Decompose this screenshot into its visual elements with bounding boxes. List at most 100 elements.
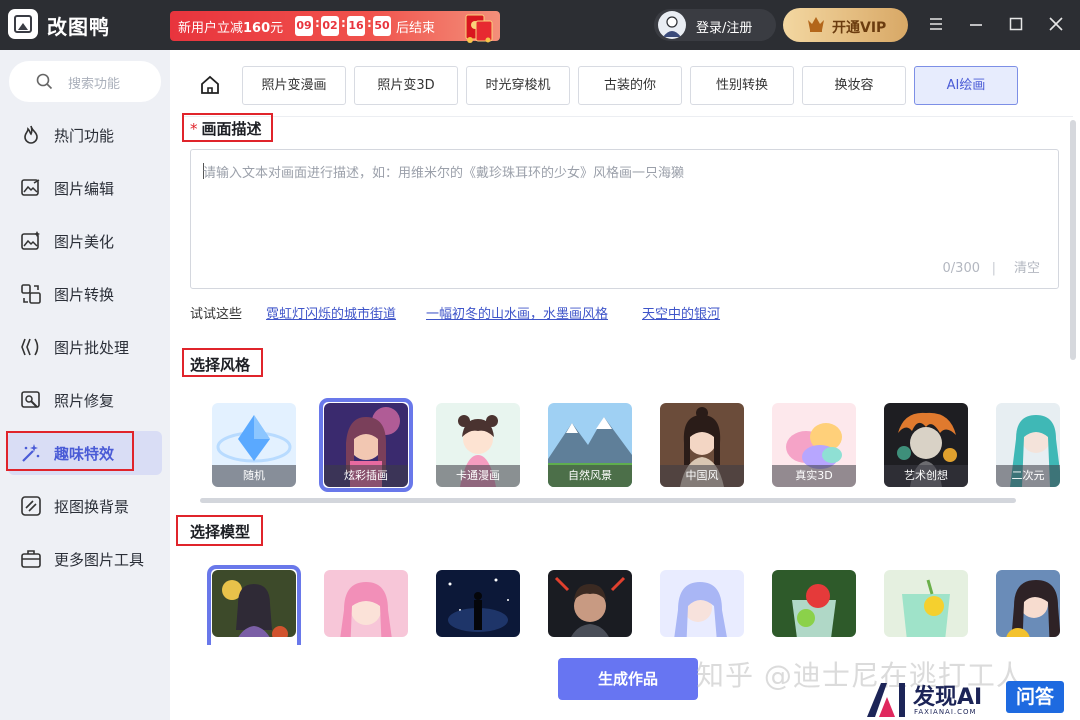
- description-textarea[interactable]: 请输入文本对画面进行描述，如：用维米尔的《戴珍珠耳环的少女》风格画一只海獭 0/…: [190, 149, 1059, 289]
- sidebar-item-label: 更多图片工具: [54, 551, 145, 569]
- style-card-label: 卡通漫画: [436, 465, 520, 487]
- sidebar: 搜索功能 热门功能 图片编辑 图片美化 图片转换 图片批处理 照片修复 趣味特效…: [0, 50, 170, 720]
- suggestion-link[interactable]: 天空中的银河: [642, 303, 720, 322]
- style-card-label: 艺术创想: [884, 465, 968, 487]
- avatar: [658, 11, 686, 39]
- sidebar-item-cutout[interactable]: 抠图换背景: [8, 484, 162, 528]
- promo-suffix: 后结束: [396, 21, 436, 36]
- clear-button[interactable]: 清空: [1014, 257, 1040, 276]
- tab-ancient-costume[interactable]: 古装的你: [578, 66, 682, 105]
- style-card-label: 自然风景: [548, 465, 632, 487]
- faxianai-badge: 发现AI FAXIANAI.COM 问答: [865, 677, 1075, 720]
- maximize-icon[interactable]: [1007, 15, 1025, 33]
- sidebar-item-label: 热门功能: [54, 127, 115, 145]
- char-counter: 0/300: [942, 261, 980, 276]
- photo-repair-icon: [21, 391, 40, 408]
- login-label[interactable]: 登录/注册: [696, 17, 752, 36]
- main-panel: 照片变漫画 照片变3D 时光穿梭机 古装的你 性别转换 换妆容 AI绘画 * 画面…: [170, 50, 1080, 720]
- model-card[interactable]: [548, 570, 632, 637]
- style-card[interactable]: 卡通漫画: [436, 403, 520, 487]
- model-card[interactable]: [324, 570, 408, 637]
- sidebar-item-label: 图片转换: [54, 286, 115, 304]
- divider: |: [991, 261, 996, 276]
- style-card-label: 炫彩插画: [324, 465, 408, 487]
- crown-icon: [808, 17, 824, 32]
- vip-label[interactable]: 开通VIP: [832, 17, 886, 37]
- tab-time-machine[interactable]: 时光穿梭机: [466, 66, 570, 105]
- tab-ai-painting[interactable]: AI绘画: [914, 66, 1018, 105]
- sidebar-item-image-edit[interactable]: 图片编辑: [8, 166, 162, 210]
- generate-button[interactable]: 生成作品: [558, 658, 698, 700]
- style-card[interactable]: 二次元: [996, 403, 1060, 487]
- description-placeholder: 请输入文本对画面进行描述，如：用维米尔的《戴珍珠耳环的少女》风格画一只海獭: [203, 166, 685, 181]
- style-card-label: 真实3D: [772, 465, 856, 487]
- close-icon[interactable]: [1047, 15, 1065, 33]
- style-card-label: 二次元: [996, 465, 1060, 487]
- sidebar-item-more-tools[interactable]: 更多图片工具: [8, 537, 162, 581]
- menu-icon[interactable]: [927, 15, 945, 33]
- model-card[interactable]: [212, 570, 296, 637]
- countdown-hours: 09: [295, 16, 313, 36]
- style-card[interactable]: 自然风景: [548, 403, 632, 487]
- style-title: 选择风格: [190, 356, 251, 374]
- model-card[interactable]: [884, 570, 968, 637]
- vertical-scrollbar[interactable]: [1070, 120, 1076, 360]
- model-card[interactable]: [996, 570, 1060, 637]
- horizontal-scrollbar[interactable]: [200, 498, 1016, 503]
- ai-logo-icon: [867, 683, 905, 717]
- style-card[interactable]: 随机: [212, 403, 296, 487]
- home-icon[interactable]: [199, 74, 221, 96]
- model-title: 选择模型: [190, 523, 251, 541]
- image-edit-icon: [21, 179, 40, 196]
- minimize-icon[interactable]: [967, 15, 985, 33]
- search-placeholder: 搜索功能: [68, 77, 121, 92]
- badge-qa: 问答: [1006, 681, 1064, 713]
- sidebar-item-image-beautify[interactable]: 图片美化: [8, 219, 162, 263]
- promo-text: 新用户立减160元: [178, 21, 284, 36]
- countdown-seconds: 16: [347, 16, 365, 36]
- search-input[interactable]: 搜索功能: [9, 61, 161, 102]
- magic-wand-icon: [22, 444, 40, 462]
- sidebar-item-photo-repair[interactable]: 照片修复: [8, 378, 162, 422]
- style-card[interactable]: 艺术创想: [884, 403, 968, 487]
- sidebar-item-image-convert[interactable]: 图片转换: [8, 272, 162, 316]
- red-envelope-icon: [465, 14, 493, 43]
- sidebar-item-batch[interactable]: 图片批处理: [8, 325, 162, 369]
- style-card[interactable]: 真实3D: [772, 403, 856, 487]
- try-label: 试试这些: [190, 307, 243, 322]
- title-bar: 改图鸭 新用户立减160元 09 : 02 : 16 : 50 后结束 登录/注…: [0, 0, 1080, 50]
- suggestion-link[interactable]: 霓虹灯闪烁的城市街道: [266, 303, 396, 322]
- countdown-ms: 50: [373, 16, 391, 36]
- promo-banner[interactable]: 新用户立减160元 09 : 02 : 16 : 50 后结束: [170, 11, 500, 43]
- sidebar-item-fun-effects[interactable]: 趣味特效: [8, 431, 162, 475]
- flame-icon: [24, 125, 38, 144]
- tab-gender-swap[interactable]: 性别转换: [690, 66, 794, 105]
- cutout-icon: [21, 496, 41, 516]
- style-card[interactable]: 中国风: [660, 403, 744, 487]
- sidebar-item-hot[interactable]: 热门功能: [8, 113, 162, 157]
- divider: [183, 116, 1073, 117]
- badge-word: 发现AI: [913, 685, 983, 710]
- model-card[interactable]: [772, 570, 856, 637]
- tab-photo-to-comic[interactable]: 照片变漫画: [242, 66, 346, 105]
- sidebar-item-label: 图片美化: [54, 233, 115, 251]
- search-icon: [36, 73, 53, 90]
- tab-makeup[interactable]: 换妆容: [802, 66, 906, 105]
- toolbox-icon: [21, 550, 41, 568]
- style-card-label: 随机: [212, 465, 296, 487]
- style-card[interactable]: 炫彩插画: [324, 403, 408, 487]
- model-card[interactable]: [660, 570, 744, 637]
- model-card[interactable]: [436, 570, 520, 637]
- sidebar-item-label: 抠图换背景: [54, 498, 130, 516]
- badge-sub: FAXIANAI.COM: [914, 708, 977, 716]
- sidebar-item-label: 趣味特效: [54, 445, 115, 463]
- style-card-label: 中国风: [660, 465, 744, 487]
- suggestion-link[interactable]: 一幅初冬的山水画，水墨画风格: [426, 303, 608, 322]
- image-sparkle-icon: [21, 231, 40, 250]
- sidebar-item-label: 图片编辑: [54, 180, 115, 198]
- tab-photo-to-3d[interactable]: 照片变3D: [354, 66, 458, 105]
- countdown-minutes: 02: [321, 16, 339, 36]
- description-title: * 画面描述: [190, 120, 262, 138]
- sidebar-item-label: 图片批处理: [54, 339, 130, 357]
- batch-icon: [21, 338, 39, 356]
